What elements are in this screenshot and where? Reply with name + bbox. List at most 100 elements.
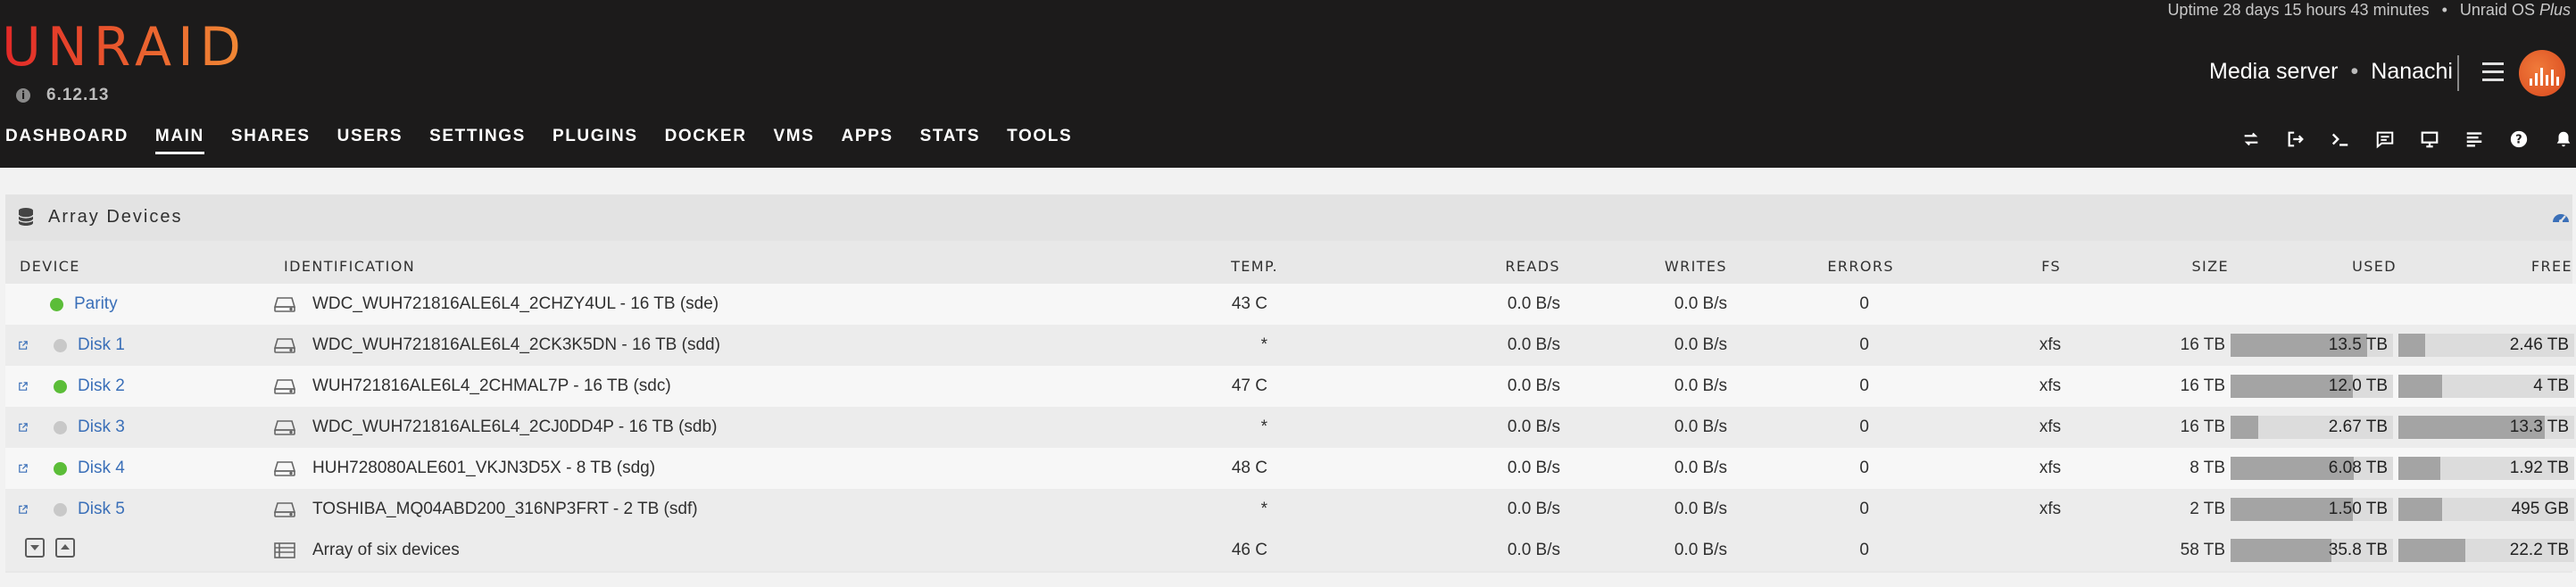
device-link[interactable]: Disk 3 — [78, 418, 125, 437]
device-identification: WDC_WUH721816ALE6L4_2CK3K5DN - 16 TB (sd… — [312, 335, 720, 354]
reads-value: 0.0 B/s — [1507, 541, 1560, 559]
info-icon[interactable]: i — [16, 88, 30, 103]
status-dot — [54, 420, 67, 434]
size-value: 16 TB — [2180, 418, 2225, 436]
main-nav: DASHBOARD MAIN SHARES USERS SETTINGS PLUGINS D… — [5, 127, 1072, 154]
nav-docker[interactable]: DOCKER — [665, 127, 747, 154]
used-bar: 6.08 TB — [2231, 457, 2393, 480]
temp-value: * — [1260, 500, 1267, 518]
free-bar: 495 GB — [2398, 498, 2574, 521]
expand-button[interactable] — [55, 538, 75, 558]
errors-value: 0 — [1859, 541, 1869, 559]
temp-value: * — [1260, 418, 1267, 436]
table-row: Disk 3 WDC_WUH721816ALE6L4_2CJ0DD4P - 16 … — [5, 407, 2576, 448]
refresh-icon[interactable] — [2239, 127, 2264, 152]
device-link[interactable]: Disk 5 — [78, 500, 125, 519]
writes-value: 0.0 B/s — [1674, 418, 1727, 436]
device-link[interactable]: Parity — [74, 294, 118, 314]
open-link-icon[interactable] — [5, 336, 29, 354]
nav-plugins[interactable]: PLUGINS — [553, 127, 638, 154]
device-identification: HUH728080ALE601_VKJN3D5X - 8 TB (sdg) — [312, 459, 656, 477]
server-description: Media server — [2209, 59, 2339, 84]
menu-icon[interactable] — [2482, 62, 2504, 82]
feedback-icon[interactable] — [2372, 127, 2397, 152]
errors-value: 0 — [1859, 335, 1869, 354]
nav-apps[interactable]: APPS — [842, 127, 893, 154]
used-bar: 35.8 TB — [2231, 539, 2393, 562]
hard-drive-icon — [273, 295, 296, 313]
errors-value: 0 — [1859, 418, 1869, 436]
temp-value: 46 C — [1231, 541, 1267, 559]
fs-value: xfs — [2039, 459, 2061, 477]
size-value: 2 TB — [2190, 500, 2225, 518]
hard-drive-icon — [273, 459, 296, 477]
logout-icon[interactable] — [2283, 127, 2308, 152]
nav-tools[interactable]: TOOLS — [1007, 127, 1072, 154]
fs-value: xfs — [2039, 500, 2061, 518]
open-link-icon[interactable] — [5, 459, 29, 477]
panel-title: Array Devices — [48, 207, 183, 227]
table-row: Disk 1 WDC_WUH721816ALE6L4_2CK3K5DN - 16 … — [5, 325, 2576, 366]
reads-value: 0.0 B/s — [1507, 459, 1560, 477]
errors-value: 0 — [1859, 376, 1869, 395]
nav-dashboard[interactable]: DASHBOARD — [5, 127, 129, 154]
toolbar: ? — [2239, 127, 2576, 152]
bell-icon[interactable] — [2551, 127, 2576, 152]
monitor-icon[interactable] — [2417, 127, 2442, 152]
free-bar: 4 TB — [2398, 375, 2574, 398]
temp-value: 47 C — [1231, 376, 1267, 395]
log-icon[interactable] — [2462, 127, 2487, 152]
nav-shares[interactable]: SHARES — [231, 127, 311, 154]
panel-header: Array Devices — [5, 194, 2572, 241]
device-identification: WDC_WUH721816ALE6L4_2CJ0DD4P - 16 TB (sd… — [312, 418, 718, 436]
col-errors: ERRORS — [1827, 257, 1894, 275]
os-edition: Plus — [2539, 1, 2571, 19]
nav-stats[interactable]: STATS — [920, 127, 980, 154]
nav-settings[interactable]: SETTINGS — [429, 127, 526, 154]
used-bar: 13.5 TB — [2231, 334, 2393, 357]
header: UNRAID i 6.12.13 Uptime 28 days 15 hours… — [0, 0, 2576, 168]
open-link-icon[interactable] — [5, 418, 29, 436]
reads-value: 0.0 B/s — [1507, 376, 1560, 395]
terminal-icon[interactable] — [2328, 127, 2353, 152]
device-link[interactable]: Disk 1 — [78, 335, 125, 355]
summary-row: Array of six devices 46 C 0.0 B/s 0.0 B/s 0 5… — [5, 530, 2576, 571]
fs-value: xfs — [2039, 335, 2061, 354]
device-identification: WDC_WUH721816ALE6L4_2CHZY4UL - 16 TB (sd… — [312, 294, 719, 313]
open-link-icon[interactable] — [5, 500, 29, 518]
os-name: Unraid OS — [2459, 1, 2535, 19]
help-icon[interactable]: ? — [2506, 127, 2531, 152]
speedometer-icon[interactable] — [2551, 208, 2571, 226]
used-bar: 2.67 TB — [2231, 416, 2393, 439]
nav-users[interactable]: USERS — [337, 127, 403, 154]
nav-main[interactable]: MAIN — [154, 127, 204, 154]
status-dot — [54, 379, 67, 393]
collapse-button[interactable] — [25, 538, 45, 558]
col-temp: TEMP. — [1231, 257, 1278, 275]
size-value: 16 TB — [2180, 376, 2225, 395]
size-value: 8 TB — [2190, 459, 2225, 477]
open-link-icon[interactable] — [5, 377, 29, 395]
array-icon — [273, 542, 296, 559]
col-identification: IDENTIFICATION — [284, 257, 416, 275]
temp-value: 48 C — [1231, 459, 1267, 477]
size-value: 16 TB — [2180, 335, 2225, 354]
device-identification: TOSHIBA_MQ04ABD200_316NP3FRT - 2 TB (sdf… — [312, 500, 698, 518]
col-size: SIZE — [2191, 257, 2229, 275]
used-bar: 12.0 TB — [2231, 375, 2393, 398]
nav-vms[interactable]: VMS — [774, 127, 815, 154]
device-link[interactable]: Disk 2 — [78, 376, 125, 396]
free-bar: 2.46 TB — [2398, 334, 2574, 357]
hard-drive-icon — [273, 418, 296, 436]
avatar[interactable] — [2519, 50, 2565, 96]
temp-value: 43 C — [1231, 294, 1267, 313]
reads-value: 0.0 B/s — [1507, 335, 1560, 354]
device-link[interactable]: Disk 4 — [78, 459, 125, 478]
hard-drive-icon — [273, 336, 296, 354]
version-info: i 6.12.13 — [16, 86, 109, 105]
unraid-logo[interactable]: UNRAID — [2, 20, 247, 75]
reads-value: 0.0 B/s — [1507, 294, 1560, 313]
fs-value: xfs — [2039, 376, 2061, 395]
table-row: Disk 5 TOSHIBA_MQ04ABD200_316NP3FRT - 2 T… — [5, 489, 2576, 530]
errors-value: 0 — [1859, 294, 1869, 313]
